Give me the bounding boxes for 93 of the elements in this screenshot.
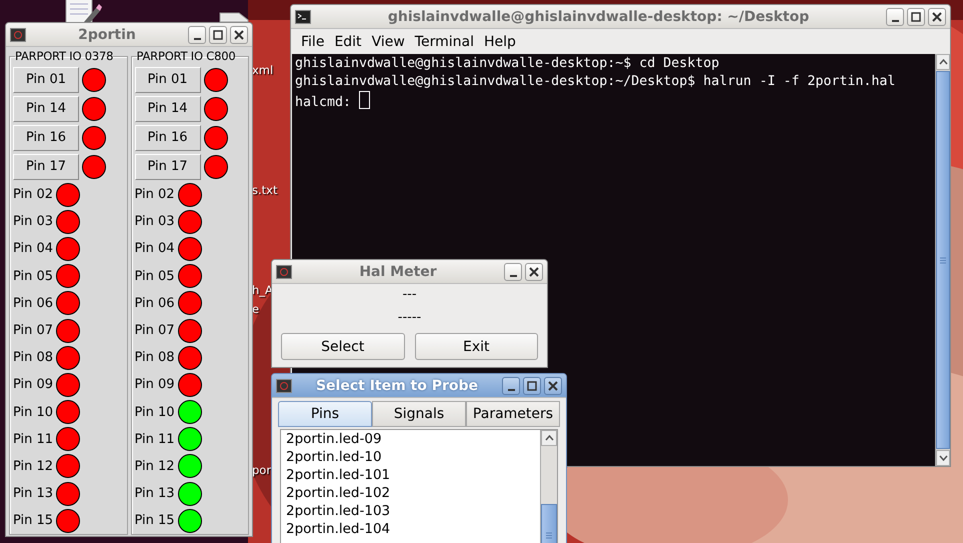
minimize-icon [510, 274, 516, 276]
pin-label: Pin 11 [13, 432, 54, 447]
pin-label: Pin 06 [13, 296, 54, 311]
menu-item[interactable]: Edit [330, 32, 366, 52]
app-icon [276, 378, 292, 392]
scrollbar[interactable] [540, 430, 557, 543]
window-title: Hal Meter [358, 264, 438, 280]
minimize-button[interactable] [502, 376, 520, 394]
desktop-icon-label[interactable]: e [252, 302, 260, 316]
minimize-icon [508, 388, 514, 390]
close-button[interactable] [928, 8, 946, 26]
app-icon [276, 264, 292, 278]
list-item[interactable]: 2portin.led-104 [286, 520, 535, 538]
list-item[interactable]: 2portin.led-101 [286, 466, 535, 484]
tab[interactable]: Pins [278, 401, 372, 427]
minimize-icon [194, 38, 200, 40]
desktop-icon-label[interactable]: xml [252, 63, 274, 77]
close-icon [547, 380, 559, 392]
pin-label: Pin 10 [134, 404, 175, 420]
maximize-button[interactable] [907, 8, 925, 26]
close-icon [931, 10, 943, 22]
dialog-button[interactable]: Select [281, 333, 404, 360]
close-button[interactable] [230, 26, 248, 44]
pin-button[interactable]: Pin 17 [134, 154, 200, 180]
grip-icon [940, 256, 946, 264]
app-icon [10, 28, 26, 42]
pin-button[interactable]: Pin 16 [13, 124, 79, 150]
pin-label: Pin 05 [134, 268, 175, 284]
menu-item[interactable]: File [297, 32, 328, 52]
grip-icon [546, 532, 552, 538]
window-title: 2portin [77, 26, 137, 42]
maximize-button[interactable] [523, 376, 541, 394]
minimize-button[interactable] [886, 8, 904, 26]
pin-label: Pin 02 [13, 187, 54, 202]
maximize-icon [212, 28, 224, 40]
desktop-icon-label[interactable]: s.txt [252, 183, 278, 197]
terminal-line: ghislainvdwalle@ghislainvdwalle-desktop:~/Desktop$ halrun -I -f 2portin.hal [295, 74, 896, 89]
pin-label: Pin 08 [134, 350, 175, 366]
meter-value: --- [401, 286, 418, 304]
maximize-icon [526, 380, 538, 392]
pin-label: Pin 12 [13, 458, 54, 474]
pin-button[interactable]: Pin 16 [134, 124, 200, 150]
window-title: ghislainvdwalle@ghislainvdwalle-desktop: ~/Desktop [386, 8, 810, 24]
window-title: Select Item to Probe [314, 378, 480, 394]
menu-item[interactable]: Terminal [410, 32, 478, 52]
minimize-icon [892, 20, 898, 22]
group-title: PARPORT IO C800 [136, 49, 236, 63]
pin-label: Pin 07 [134, 323, 175, 338]
pin-label: Pin 15 [13, 513, 54, 528]
pin-button[interactable]: Pin 01 [134, 66, 200, 92]
pin-label: Pin 13 [13, 486, 54, 502]
pin-label: Pin 12 [134, 458, 175, 474]
pin-label: Pin 04 [134, 241, 175, 256]
pin-button[interactable]: Pin 14 [134, 96, 200, 122]
maximize-icon [910, 10, 922, 22]
pin-label: Pin 03 [13, 214, 54, 230]
list-item[interactable]: 2portin.led-103 [286, 502, 535, 520]
tab[interactable]: Signals [372, 401, 466, 427]
dialog-button[interactable]: Exit [414, 333, 538, 360]
app-icon [295, 10, 311, 24]
terminal-line: ghislainvdwalle@ghislainvdwalle-desktop:~$ cd Desktop [295, 56, 720, 71]
document-icon[interactable] [66, 0, 102, 25]
maximize-button[interactable] [209, 26, 227, 44]
pin-label: Pin 09 [13, 377, 54, 392]
tab[interactable]: Parameters [466, 401, 560, 427]
pin-label: Pin 10 [13, 404, 54, 420]
pin-label: Pin 08 [13, 350, 54, 366]
list-item[interactable]: 2portin.led-102 [286, 484, 535, 502]
menu-item[interactable]: View [368, 32, 409, 52]
pin-label: Pin 11 [134, 432, 175, 447]
meter-reading: ----- [396, 309, 422, 327]
close-button[interactable] [525, 262, 543, 280]
pin-label: Pin 07 [13, 323, 54, 338]
pin-label: Pin 02 [134, 187, 175, 202]
pin-button[interactable]: Pin 17 [13, 154, 79, 180]
close-icon [528, 266, 540, 278]
pin-label: Pin 13 [134, 486, 175, 502]
pin-label: Pin 09 [134, 377, 175, 392]
desktop-icon-label[interactable]: por [252, 463, 272, 477]
minimize-button[interactable] [504, 262, 522, 280]
close-icon [233, 28, 245, 40]
menu-item[interactable]: Help [480, 32, 520, 52]
group-title: PARPORT IO 0378 [15, 49, 114, 63]
minimize-button[interactable] [188, 26, 206, 44]
close-button[interactable] [544, 376, 562, 394]
pin-label: Pin 03 [134, 214, 175, 230]
pin-label: Pin 15 [134, 513, 175, 528]
pin-label: Pin 04 [13, 241, 54, 256]
pin-label: Pin 06 [134, 296, 175, 311]
terminal-line: halcmd: [295, 95, 352, 110]
pin-button[interactable]: Pin 01 [13, 66, 79, 92]
pin-label: Pin 05 [13, 268, 54, 284]
pin-button[interactable]: Pin 14 [13, 96, 79, 122]
